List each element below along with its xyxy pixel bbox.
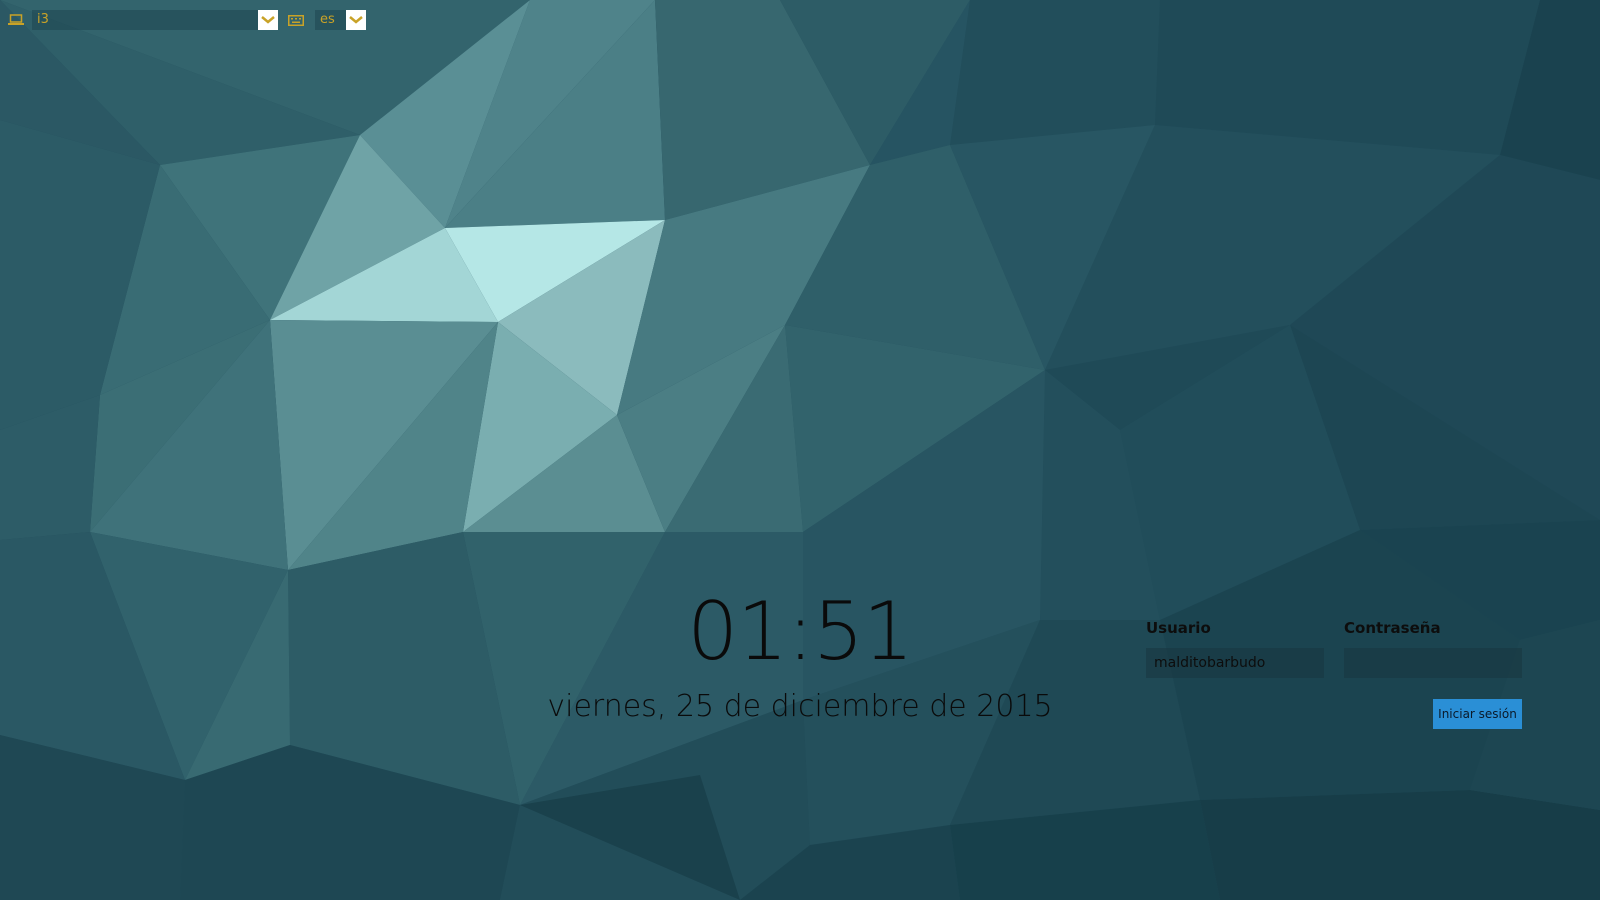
clock-time: 01:51 — [687, 585, 914, 678]
login-screen: i3 es 01:51 viernes, 25 de diciembre de … — [0, 0, 1600, 900]
password-label: Contraseña — [1344, 619, 1441, 637]
laptop-icon — [6, 10, 26, 30]
username-field[interactable]: malditobarbudo — [1146, 648, 1324, 678]
username-label: Usuario — [1146, 619, 1211, 637]
layout-dropdown-chevron-down-icon[interactable] — [346, 10, 366, 30]
keyboard-icon — [286, 10, 306, 30]
background-wallpaper — [0, 0, 1600, 900]
session-select[interactable]: i3 — [32, 10, 258, 30]
login-button[interactable]: Iniciar sesión — [1433, 699, 1522, 729]
keyboard-layout-value: es — [320, 12, 335, 27]
password-field[interactable] — [1344, 648, 1522, 678]
session-select-value: i3 — [37, 12, 49, 27]
clock-date: viernes, 25 de diciembre de 2015 — [547, 689, 1053, 724]
session-dropdown-chevron-down-icon[interactable] — [258, 10, 278, 30]
keyboard-layout-select[interactable]: es — [315, 10, 346, 30]
